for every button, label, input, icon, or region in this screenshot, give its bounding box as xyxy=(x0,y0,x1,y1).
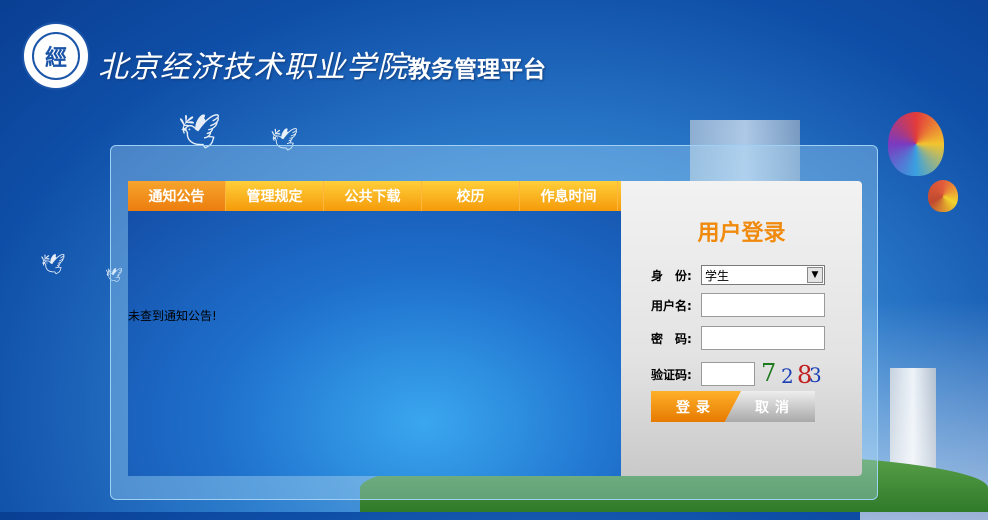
school-name: 北京经济技术职业学院 xyxy=(98,50,408,85)
chevron-down-icon[interactable]: ▼ xyxy=(807,267,823,283)
captcha-char: 2 xyxy=(781,364,794,388)
login-title: 用户登录 xyxy=(697,221,786,246)
tab-content: 未查到通知公告! xyxy=(128,211,621,476)
platform-name: 教务管理平台 xyxy=(408,57,546,83)
username-input[interactable] xyxy=(701,293,825,317)
password-row: 密 码: xyxy=(651,326,825,350)
identity-select-value: 学生 xyxy=(705,268,730,283)
tab-regulations[interactable]: 管理规定 xyxy=(226,181,324,211)
tab-notices[interactable]: 通知公告 xyxy=(128,181,226,217)
password-input[interactable] xyxy=(701,326,825,350)
captcha-label: 验证码: xyxy=(651,367,692,382)
tab-schedule[interactable]: 作息时间 xyxy=(520,181,618,211)
username-row: 用户名: xyxy=(651,293,825,317)
identity-select[interactable]: 学生 ▼ xyxy=(701,265,825,285)
dove-icon: 🕊 xyxy=(40,252,66,276)
username-label: 用户名: xyxy=(651,298,692,313)
school-logo: 經 xyxy=(22,22,90,90)
logo-seal-icon: 經 xyxy=(32,32,80,80)
info-panel: 通知公告 管理规定 公共下载 校历 作息时间 未查到通知公告! xyxy=(128,181,621,476)
empty-notice-text: 未查到通知公告! xyxy=(128,309,217,323)
page-header: 經 北京经济技术职业学院 教务管理平台 xyxy=(0,0,988,100)
password-label: 密 码: xyxy=(651,331,692,346)
captcha-char: 3 xyxy=(809,363,822,387)
identity-label: 身 份: xyxy=(651,268,692,283)
captcha-row: 验证码: 7 2 8 3 xyxy=(651,359,827,389)
captcha-char: 7 xyxy=(761,359,777,387)
captcha-input[interactable] xyxy=(701,362,755,386)
hot-air-balloon-icon xyxy=(888,112,944,176)
login-buttons: 登录 取消 xyxy=(651,391,815,422)
tab-downloads[interactable]: 公共下载 xyxy=(324,181,422,211)
login-box: 用户登录 身 份: 学生 ▼ 用户名: 密 码: 验证码: 7 2 8 3 登录… xyxy=(621,181,862,476)
tab-bar: 通知公告 管理规定 公共下载 校历 作息时间 xyxy=(128,181,621,217)
hot-air-balloon-icon xyxy=(928,180,958,212)
captcha-image[interactable]: 7 2 8 3 xyxy=(759,359,827,389)
identity-row: 身 份: 学生 ▼ xyxy=(651,263,825,287)
tab-calendar[interactable]: 校历 xyxy=(422,181,520,211)
